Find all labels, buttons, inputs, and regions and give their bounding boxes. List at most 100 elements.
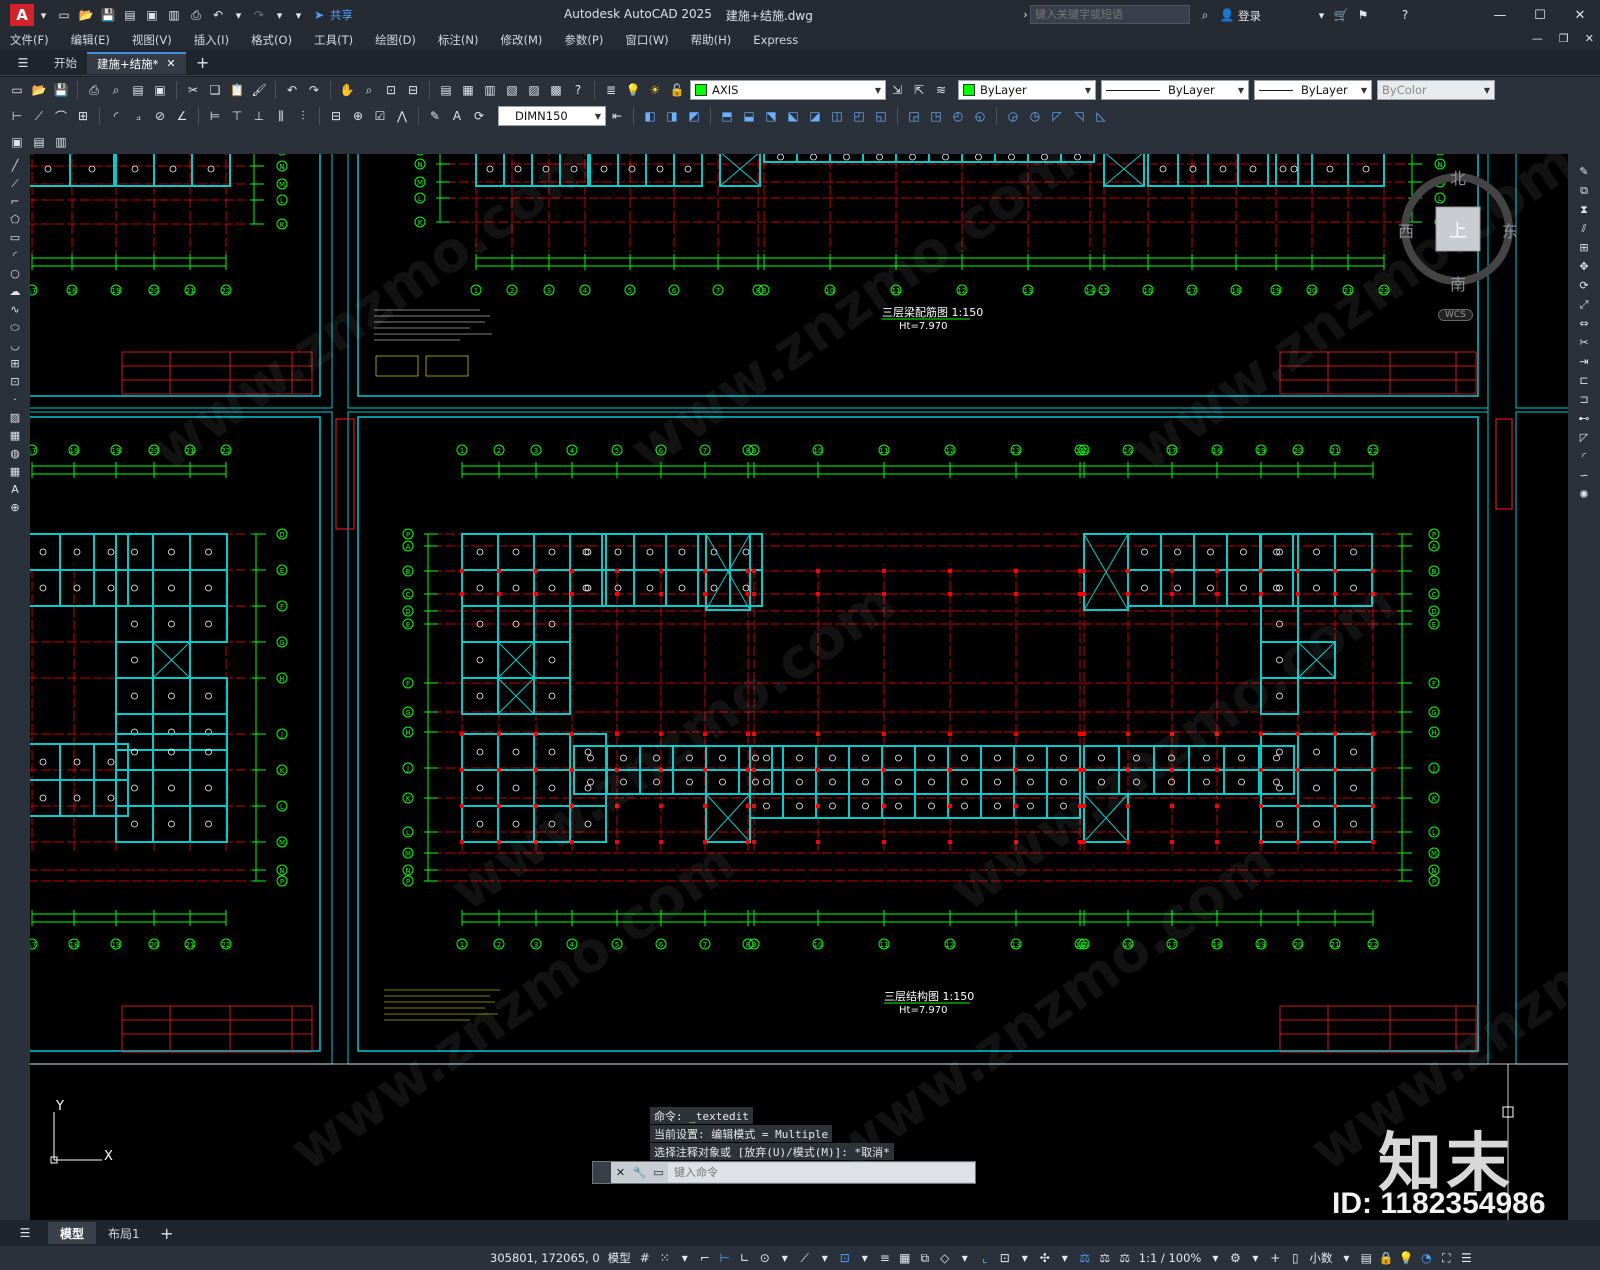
tool-shell-icon[interactable]: ◲: [905, 107, 923, 125]
redo-icon[interactable]: ↷: [250, 6, 268, 24]
model-space-toggle[interactable]: 模型: [608, 1250, 631, 1266]
dynamic-ucs-icon[interactable]: ⌞: [975, 1248, 995, 1268]
break-icon[interactable]: ⊐: [1577, 392, 1592, 407]
close-command-line-icon[interactable]: ✕: [613, 1165, 628, 1180]
tool-palettes-icon[interactable]: ▥: [481, 81, 499, 99]
save-icon[interactable]: 💾: [99, 6, 117, 24]
publish-icon[interactable]: ▤: [129, 81, 147, 99]
dwf-icon[interactable]: ▣: [151, 81, 169, 99]
graphics-performance-icon[interactable]: ◔: [1416, 1248, 1436, 1268]
viewcube-north[interactable]: 北: [1450, 165, 1466, 189]
qsave-icon[interactable]: 💾: [52, 81, 70, 99]
tool-section-icon[interactable]: ◰: [850, 107, 868, 125]
save-block-icon[interactable]: ▤: [30, 133, 48, 151]
help-toolbar-icon[interactable]: ?: [569, 81, 587, 99]
quick-dim-icon[interactable]: ⊨: [206, 107, 224, 125]
menu-file[interactable]: 文件(F): [10, 32, 49, 48]
menu-help[interactable]: 帮助(H): [691, 32, 732, 48]
tool-color-edges-icon[interactable]: ◺: [1092, 107, 1110, 125]
viewcube-wcs-menu[interactable]: WCS: [1438, 309, 1473, 321]
plotstyle-dropdown[interactable]: ByColor ▼: [1377, 80, 1495, 100]
auto-scale-icon[interactable]: ⚖: [1095, 1248, 1115, 1268]
undo-toolbar-icon[interactable]: ↶: [283, 81, 301, 99]
tool-subtract-icon[interactable]: ◨: [663, 107, 681, 125]
join-icon[interactable]: ⊷: [1577, 411, 1592, 426]
selection-filter-icon[interactable]: ⊡: [995, 1248, 1015, 1268]
menu-window[interactable]: 窗口(W): [625, 32, 668, 48]
infer-constraints-icon[interactable]: ⌐: [695, 1248, 715, 1268]
annotation-monitor-icon[interactable]: +: [1265, 1248, 1285, 1268]
selection-filter-dropdown-icon[interactable]: ▾: [1015, 1248, 1035, 1268]
dim-break-icon[interactable]: ⫶: [294, 107, 312, 125]
tool-offset-icon[interactable]: ◷: [1026, 107, 1044, 125]
viewcube-east[interactable]: 东: [1502, 218, 1518, 242]
paste-icon[interactable]: 📋: [228, 81, 246, 99]
quick-properties-icon[interactable]: ▤: [1356, 1248, 1376, 1268]
layer-on-icon[interactable]: 💡: [624, 81, 642, 99]
tool-intersect-icon[interactable]: ◩: [685, 107, 703, 125]
dim-edit-icon[interactable]: ✎: [426, 107, 444, 125]
clean-screen-icon[interactable]: ⛶: [1436, 1248, 1456, 1268]
menu-express[interactable]: Express: [753, 33, 798, 47]
new-file-icon[interactable]: ▭: [55, 6, 73, 24]
customize-command-line-icon[interactable]: 🔧: [632, 1165, 647, 1180]
polar-icon[interactable]: ⊙: [755, 1248, 775, 1268]
open-from-web-icon[interactable]: ▣: [143, 6, 161, 24]
quickcalc-icon[interactable]: ▩: [547, 81, 565, 99]
command-line-grip[interactable]: [593, 1162, 611, 1183]
minimize-button[interactable]: —: [1480, 0, 1520, 30]
markup-icon[interactable]: ▨: [525, 81, 543, 99]
dim-arc-icon[interactable]: ⌒: [52, 107, 70, 125]
dim-angular-icon[interactable]: ∠: [173, 107, 191, 125]
tool-copy-edges-icon[interactable]: ◹: [1070, 107, 1088, 125]
tolerance-icon[interactable]: ⊟: [327, 107, 345, 125]
drawing-canvas[interactable]: 1 1 2 2 3 3 4 4 5 5 6 6 7 7 8 8 9 9 10 10 11 11 12 12 13 13 14 14 15…: [30, 154, 1568, 1220]
menu-draw[interactable]: 绘图(D): [375, 32, 416, 48]
autodesk-account-icon[interactable]: ⚑: [1354, 6, 1372, 24]
annotation-visibility-icon[interactable]: ⚖: [1075, 1248, 1095, 1268]
move-icon[interactable]: ✥: [1577, 259, 1592, 274]
tool-taper-icon[interactable]: ◸: [1048, 107, 1066, 125]
break-at-point-icon[interactable]: ⊏: [1577, 373, 1592, 388]
menu-modify[interactable]: 修改(M): [501, 32, 543, 48]
search-icon[interactable]: ⌕: [1196, 6, 1214, 24]
copy-object-icon[interactable]: ⧉: [1577, 183, 1592, 198]
rectangle-icon[interactable]: ▭: [8, 230, 23, 245]
center-mark-icon[interactable]: ⊕: [349, 107, 367, 125]
layer-lock-icon[interactable]: 🔓: [668, 81, 686, 99]
app-menu-button[interactable]: A: [10, 4, 34, 26]
tool-separate-icon[interactable]: ◴: [949, 107, 967, 125]
login-link[interactable]: 登录: [1238, 8, 1261, 24]
tool-slice-icon[interactable]: ◪: [806, 107, 824, 125]
tool-revolve-icon[interactable]: ⬓: [740, 107, 758, 125]
help-icon[interactable]: ?: [1396, 6, 1414, 24]
mirror-icon[interactable]: ⧗: [1577, 202, 1592, 217]
viewcube-south[interactable]: 南: [1450, 271, 1466, 295]
table-icon[interactable]: ▦: [8, 464, 23, 479]
copy-icon[interactable]: ❏: [206, 81, 224, 99]
isolate-objects-icon[interactable]: 💡: [1396, 1248, 1416, 1268]
tool-union-icon[interactable]: ◧: [641, 107, 659, 125]
layer-dropdown[interactable]: AXIS ▼: [690, 80, 886, 100]
osnap-dropdown-icon[interactable]: ▾: [855, 1248, 875, 1268]
command-input[interactable]: [668, 1163, 975, 1182]
redo-toolbar-icon[interactable]: ↷: [305, 81, 323, 99]
redo-dropdown-icon[interactable]: ▾: [272, 8, 287, 23]
isodraft-icon[interactable]: ⟋: [795, 1248, 815, 1268]
ellipse-arc-icon[interactable]: ◡: [8, 338, 23, 353]
tab-start[interactable]: 开始: [44, 52, 87, 74]
grid-icon[interactable]: #: [635, 1248, 655, 1268]
snap-dropdown-icon[interactable]: ▾: [675, 1248, 695, 1268]
tab-layout1[interactable]: 布局1: [96, 1222, 152, 1244]
sheet-set-icon[interactable]: ▧: [503, 81, 521, 99]
share-icon[interactable]: ➤: [310, 6, 328, 24]
cut-icon[interactable]: ✂: [184, 81, 202, 99]
login-dropdown-icon[interactable]: ▾: [1314, 8, 1329, 23]
doc-close-button[interactable]: ✕: [1585, 32, 1594, 45]
print-preview-icon[interactable]: ⌕: [107, 81, 125, 99]
layer-properties-icon[interactable]: ≣: [602, 81, 620, 99]
color-dropdown[interactable]: ByLayer ▼: [958, 80, 1096, 100]
make-block-icon[interactable]: ⊡: [8, 374, 23, 389]
menu-parametric[interactable]: 参数(P): [564, 32, 603, 48]
coordinates-readout[interactable]: 305801, 172065, 0: [490, 1251, 600, 1265]
